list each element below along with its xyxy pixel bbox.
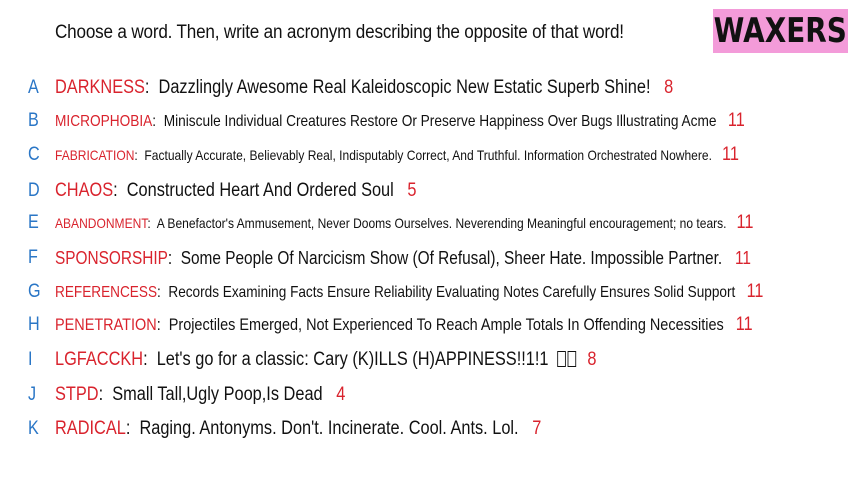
entry-letter: K: [28, 418, 39, 439]
entry-word: REFERENCESS: [55, 284, 158, 301]
entry-definition: A Benefactor's Ammusement, Never Dooms O…: [156, 215, 727, 231]
entry-definition: Raging. Antonyms. Don't. Incinerate. Coo…: [139, 418, 519, 439]
entry-word: STPD: [55, 384, 99, 405]
entry-letter: B: [28, 110, 39, 131]
entry-line: REFERENCESS: Records Examining Facts Ens…: [55, 281, 763, 303]
entry-count: 7: [532, 418, 542, 439]
colon: :: [152, 113, 164, 130]
entry-row-j: J STPD: Small Tall,Ugly Poop,Is Dead 4: [0, 383, 853, 407]
entry-letter: H: [28, 314, 40, 335]
entry-letter: C: [28, 144, 40, 165]
entry-count: 11: [727, 110, 745, 131]
entry-line: FABRICATION: Factually Accurate, Believa…: [55, 144, 739, 166]
entry-count: 11: [721, 144, 739, 165]
entry-word: MICROPHOBIA: [55, 113, 153, 130]
entry-row-d: D CHAOS: Constructed Heart And Ordered S…: [0, 179, 853, 203]
entry-word: DARKNESS: [55, 77, 145, 98]
entry-letter: I: [28, 349, 33, 370]
entry-letter: D: [28, 180, 40, 201]
entry-row-i: I LGFACCKH: Let's go for a classic: Cary…: [0, 348, 853, 372]
entry-count: 11: [735, 314, 753, 335]
entry-row-e: E ABANDONMENT: A Benefactor's Ammusement…: [0, 212, 853, 234]
entry-row-a: A DARKNESS: Dazzlingly Awesome Real Kale…: [0, 76, 853, 100]
entry-definition: Factually Accurate, Believably Real, Ind…: [144, 147, 712, 163]
colon: :: [143, 349, 157, 370]
colon: :: [134, 147, 145, 163]
entry-definition: Miniscule Individual Creatures Restore O…: [163, 113, 717, 130]
entry-row-g: G REFERENCESS: Records Examining Facts E…: [0, 281, 853, 303]
entry-word: LGFACCKH: [55, 349, 144, 370]
entry-line: LGFACCKH: Let's go for a classic: Cary (…: [55, 349, 596, 371]
colon: :: [167, 247, 181, 268]
entry-letter: G: [28, 281, 41, 302]
entry-definition: Constructed Heart And Ordered Soul: [126, 180, 394, 201]
colon: :: [113, 180, 127, 201]
entry-word: ABANDONMENT: [55, 215, 148, 231]
entry-count: 5: [407, 180, 417, 201]
entry-row-f: F SPONSORSHIP: Some People Of Narcicism …: [0, 246, 853, 270]
entry-count: 11: [735, 247, 751, 268]
prompt-text: Choose a word. Then, write an acronym de…: [55, 22, 624, 43]
colon: :: [125, 418, 140, 439]
entry-count: 11: [736, 212, 754, 233]
entry-letter: F: [28, 247, 38, 268]
entry-line: STPD: Small Tall,Ugly Poop,Is Dead 4: [55, 384, 345, 406]
entry-word: SPONSORSHIP: [55, 247, 168, 268]
entry-letter: A: [28, 77, 39, 98]
colon: :: [147, 215, 157, 231]
entry-word: PENETRATION: [55, 315, 157, 334]
entry-definition: Records Examining Facts Ensure Reliabili…: [168, 284, 736, 301]
entry-count: 8: [664, 77, 674, 98]
missing-glyph-icon: [557, 351, 567, 367]
colon: :: [156, 315, 169, 334]
entry-definition: Projectiles Emerged, Not Experienced To …: [168, 315, 724, 334]
entry-row-b: B MICROPHOBIA: Miniscule Individual Crea…: [0, 110, 853, 132]
entry-row-k: K RADICAL: Raging. Antonyms. Don't. Inci…: [0, 417, 853, 441]
entry-line: RADICAL: Raging. Antonyms. Don't. Incine…: [55, 418, 541, 440]
entry-count: 4: [336, 384, 346, 405]
entry-count: 11: [746, 281, 764, 302]
entry-line: DARKNESS: Dazzlingly Awesome Real Kaleid…: [55, 77, 673, 99]
entry-line: CHAOS: Constructed Heart And Ordered Sou…: [55, 180, 417, 202]
entry-line: SPONSORSHIP: Some People Of Narcicism Sh…: [55, 248, 751, 269]
missing-glyph-icon: [567, 351, 577, 367]
entry-definition: Small Tall,Ugly Poop,Is Dead: [112, 384, 323, 405]
entry-word: FABRICATION: [55, 147, 135, 163]
entry-row-h: H PENETRATION: Projectiles Emerged, Not …: [0, 314, 853, 336]
entry-line: ABANDONMENT: A Benefactor's Ammusement, …: [55, 212, 754, 234]
entry-word: RADICAL: [55, 418, 126, 439]
colon: :: [157, 284, 169, 301]
waxers-logo: WAXERS: [713, 9, 848, 53]
entry-letter: E: [28, 212, 39, 233]
colon: :: [98, 384, 113, 405]
entry-word: CHAOS: [55, 180, 114, 201]
entry-definition: Some People Of Narcicism Show (Of Refusa…: [180, 247, 723, 268]
logo-text: WAXERS: [713, 11, 848, 51]
entry-row-c: C FABRICATION: Factually Accurate, Belie…: [0, 144, 853, 166]
entry-count: 8: [587, 349, 597, 370]
entry-line: MICROPHOBIA: Miniscule Individual Creatu…: [55, 110, 745, 132]
entry-letter: J: [28, 384, 37, 405]
entry-line: PENETRATION: Projectiles Emerged, Not Ex…: [55, 314, 753, 336]
entry-definition: Let's go for a classic: Cary (K)ILLS (H)…: [156, 349, 549, 370]
colon: :: [144, 77, 159, 98]
entry-definition: Dazzlingly Awesome Real Kaleidoscopic Ne…: [158, 77, 651, 98]
